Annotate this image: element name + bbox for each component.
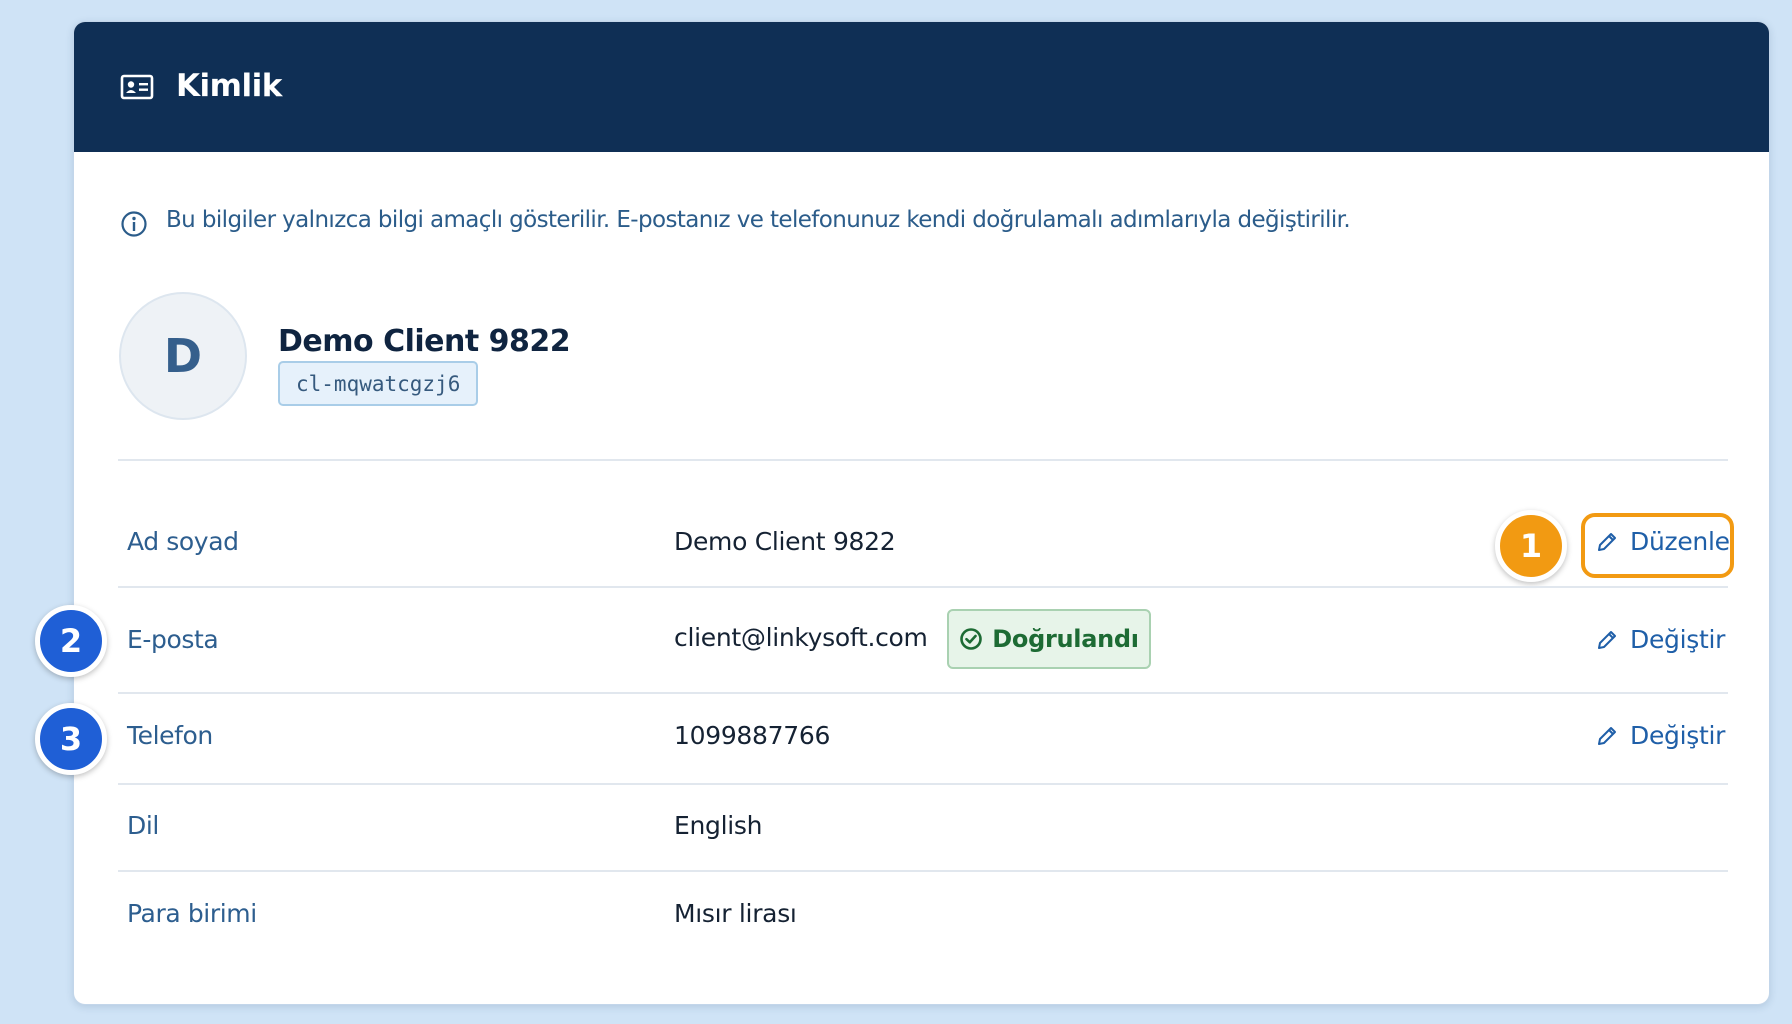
edit-name-button[interactable]: Düzenle: [1595, 527, 1730, 556]
pencil-icon: [1598, 532, 1616, 551]
phone-label: Telefon: [127, 721, 213, 750]
step-marker-1: 1: [1495, 510, 1567, 582]
divider: [118, 586, 1728, 588]
id-card-icon: [120, 74, 154, 100]
language-label: Dil: [127, 811, 159, 840]
card-title: Kimlik: [176, 68, 282, 104]
divider: [118, 783, 1728, 785]
divider: [118, 870, 1728, 872]
step-marker-2: 2: [35, 605, 107, 677]
profile-name: Demo Client 9822: [278, 324, 571, 359]
divider: [118, 692, 1728, 694]
email-value: client@linkysoft.com: [674, 623, 928, 652]
avatar: D: [119, 292, 247, 420]
change-phone-button[interactable]: Değiştir: [1595, 721, 1725, 750]
step-marker-3: 3: [35, 703, 107, 775]
client-id-badge: cl-mqwatcgzj6: [278, 361, 479, 406]
verified-label: Doğrulandı: [992, 625, 1139, 653]
check-circle-icon: [960, 628, 983, 650]
pencil-icon: [1598, 630, 1616, 649]
phone-value: 1099887766: [674, 721, 831, 750]
pencil-icon: [1598, 726, 1616, 745]
change-phone-label: Değiştir: [1630, 721, 1726, 750]
info-text: Bu bilgiler yalnızca bilgi amaçlı göster…: [166, 207, 1351, 233]
info-icon: [121, 211, 147, 237]
edit-name-label: Düzenle: [1630, 527, 1730, 556]
card-header: Kimlik: [74, 22, 1769, 152]
info-notice: Bu bilgiler yalnızca bilgi amaçlı göster…: [120, 202, 1351, 238]
full-name-value: Demo Client 9822: [674, 527, 896, 556]
change-email-label: Değiştir: [1630, 625, 1726, 654]
full-name-label: Ad soyad: [127, 527, 239, 556]
currency-label: Para birimi: [127, 899, 257, 928]
language-value: English: [674, 811, 763, 840]
verified-badge: Doğrulandı: [947, 609, 1151, 669]
divider: [118, 459, 1728, 461]
change-email-button[interactable]: Değiştir: [1595, 625, 1725, 654]
email-label: E-posta: [127, 625, 219, 654]
identity-card: Kimlik Bu bilgiler yalnızca bilgi amaçlı…: [73, 21, 1770, 1005]
currency-value: Mısır lirası: [674, 899, 797, 928]
